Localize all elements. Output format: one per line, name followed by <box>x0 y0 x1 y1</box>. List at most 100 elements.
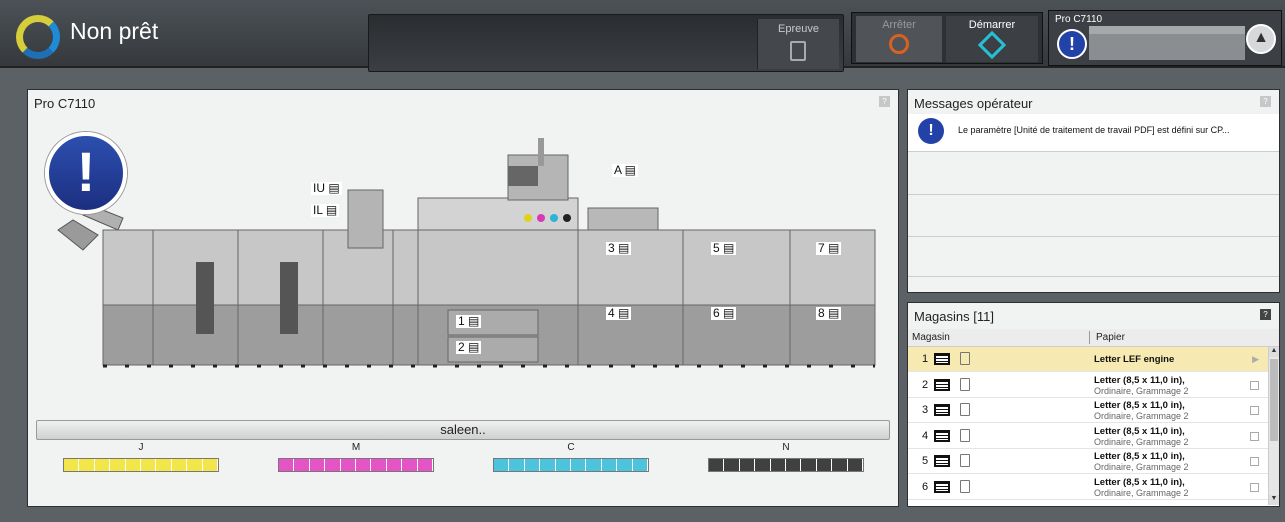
paper-sheet-icon <box>960 352 970 365</box>
toner-j: J <box>63 442 219 472</box>
toner-n: N <box>708 442 864 472</box>
stop-button[interactable]: Arrêter <box>856 16 942 62</box>
printer-name: Pro C7110 <box>1055 14 1103 25</box>
printer-status-button[interactable]: Pro C7110 ! ▲ <box>1048 10 1282 66</box>
help-icon[interactable]: ? <box>1260 309 1271 320</box>
open-detail-icon[interactable] <box>1250 482 1259 492</box>
message-text: Le paramètre [Unité de traitement de tra… <box>958 125 1230 135</box>
paper-sheet-icon <box>960 428 970 442</box>
paper-sheet-icon <box>960 479 970 493</box>
tray-tag-7[interactable]: 7 ▤ <box>816 242 842 255</box>
open-detail-icon[interactable] <box>1250 457 1259 466</box>
toner-bar <box>278 458 434 472</box>
start-button[interactable]: Démarrer <box>946 16 1038 62</box>
start-icon <box>977 30 1007 60</box>
col-paper: Papier <box>1096 332 1125 343</box>
divider <box>908 194 1279 195</box>
divider <box>908 236 1279 237</box>
error-alert-icon[interactable]: ! <box>45 132 127 214</box>
alert-icon: ! <box>1057 29 1087 59</box>
col-tray: Magasin <box>912 332 950 343</box>
messages-title: Messages opérateur <box>914 96 1033 111</box>
tray-tag-5[interactable]: 5 ▤ <box>711 242 737 255</box>
printer-panel: Pro C7110 ? IU ▤ IL ▤ A ▤ 1 ▤ 2 ▤ 3 ▤ 4 … <box>27 89 899 507</box>
printer-thumbnail <box>1089 26 1245 60</box>
help-icon[interactable]: ? <box>1260 96 1271 107</box>
paper-title: Letter LEF engine <box>1094 354 1175 365</box>
toner-label: M <box>351 442 361 453</box>
tray-stack-icon <box>934 429 950 442</box>
paper-sheet-icon <box>960 377 970 391</box>
tray-tag-il[interactable]: IL ▤ <box>311 204 340 217</box>
tray-tag-2[interactable]: 2 ▤ <box>456 341 482 354</box>
column-separator <box>1089 331 1090 344</box>
paper-details: Ordinaire, Grammage 2 <box>1094 462 1189 472</box>
tray-stack-icon <box>934 404 950 416</box>
toner-label: C <box>567 442 575 453</box>
tray-tag-8[interactable]: 8 ▤ <box>816 307 842 320</box>
column-header: Magasin Papier <box>908 329 1279 347</box>
message-item[interactable]: ! Le paramètre [Unité de traitement de t… <box>908 114 1279 152</box>
start-label: Démarrer <box>968 19 1016 31</box>
tray-stack-icon <box>934 353 950 365</box>
tray-row[interactable]: 4 Letter (8,5 x 11,0 in), Ordinaire, Gramm… <box>908 424 1269 449</box>
paper-title: Letter (8,5 x 11,0 in), <box>1094 425 1185 437</box>
scroll-thumb[interactable] <box>1270 359 1278 441</box>
toner-m: M <box>278 442 434 472</box>
tray-stack-icon <box>934 378 950 391</box>
tray-row[interactable]: 6 Letter (8,5 x 11,0 in), Ordinaire, Gramm… <box>908 475 1269 500</box>
stop-label: Arrêter <box>882 19 916 31</box>
paper-title: Letter (8,5 x 11,0 in), <box>1094 374 1185 386</box>
marker-bar: saleen.. <box>36 420 890 440</box>
expand-arrow-icon[interactable]: ▶ <box>1252 354 1259 365</box>
paper-sheet-icon <box>960 403 970 416</box>
toner-bar <box>708 458 864 472</box>
divider <box>908 276 1279 277</box>
paper-details: Ordinaire, Grammage 2 <box>1094 487 1189 498</box>
operator-messages-panel: Messages opérateur ? ! Le paramètre [Uni… <box>907 89 1280 293</box>
proof-button[interactable]: Epreuve <box>757 19 839 69</box>
open-detail-icon[interactable] <box>1250 380 1259 390</box>
tray-number: 4 <box>922 429 929 442</box>
tray-number: 5 <box>922 455 929 467</box>
tray-number: 3 <box>922 404 929 416</box>
tray-tag-4[interactable]: 4 ▤ <box>606 307 632 320</box>
tray-row[interactable]: 1 Letter LEF engine ▶ <box>908 347 1269 372</box>
tray-tag-6[interactable]: 6 ▤ <box>711 307 737 320</box>
eject-icon[interactable]: ▲ <box>1246 24 1276 54</box>
stop-icon <box>889 34 909 54</box>
tray-tag-iu[interactable]: IU ▤ <box>311 182 342 195</box>
trays-header: Magasins [11] ? <box>908 303 1279 329</box>
tray-stack-icon <box>934 480 950 493</box>
paper-details: Ordinaire, Grammage 2 <box>1094 411 1189 421</box>
tray-tag-a[interactable]: A ▤ <box>612 164 639 177</box>
info-alert-icon: ! <box>918 118 944 144</box>
proof-label: Epreuve <box>778 23 819 35</box>
toner-bar <box>63 458 219 472</box>
tray-number: 2 <box>922 378 929 391</box>
trays-title: Magasins [11] <box>914 309 994 324</box>
proof-icon <box>790 41 806 61</box>
tray-stack-icon <box>934 455 950 467</box>
toner-label: J <box>138 442 144 453</box>
toner-c: C <box>493 442 649 472</box>
tray-tag-1[interactable]: 1 ▤ <box>456 315 482 328</box>
open-detail-icon[interactable] <box>1250 406 1259 415</box>
toner-bar <box>493 458 649 472</box>
open-detail-icon[interactable] <box>1250 431 1259 441</box>
job-display-area: Epreuve <box>368 14 844 72</box>
tray-row[interactable]: 5 Letter (8,5 x 11,0 in), Ordinaire, Gramm… <box>908 449 1269 474</box>
paper-sheet-icon <box>960 454 970 467</box>
scroll-up-icon[interactable]: ▲ <box>1269 347 1279 357</box>
paper-details: Ordinaire, Grammage 2 <box>1094 436 1189 447</box>
tray-tag-3[interactable]: 3 ▤ <box>606 242 632 255</box>
scrollbar[interactable]: ▲ ▼ <box>1268 347 1279 505</box>
tray-row[interactable]: 3 Letter (8,5 x 11,0 in), Ordinaire, Gramm… <box>908 398 1269 423</box>
trays-panel: Magasins [11] ? Magasin Papier 1 Letter L… <box>907 302 1280 507</box>
paper-details: Ordinaire, Grammage 2 <box>1094 385 1189 396</box>
tray-row[interactable]: 2 Letter (8,5 x 11,0 in), Ordinaire, Gramm… <box>908 373 1269 398</box>
machine-status-text: Non prêt <box>70 18 159 44</box>
paper-title: Letter (8,5 x 11,0 in), <box>1094 400 1185 411</box>
top-bar: Non prêt Epreuve Arrêter Démarrer Pro C7… <box>0 0 1285 72</box>
scroll-down-icon[interactable]: ▼ <box>1269 495 1279 505</box>
